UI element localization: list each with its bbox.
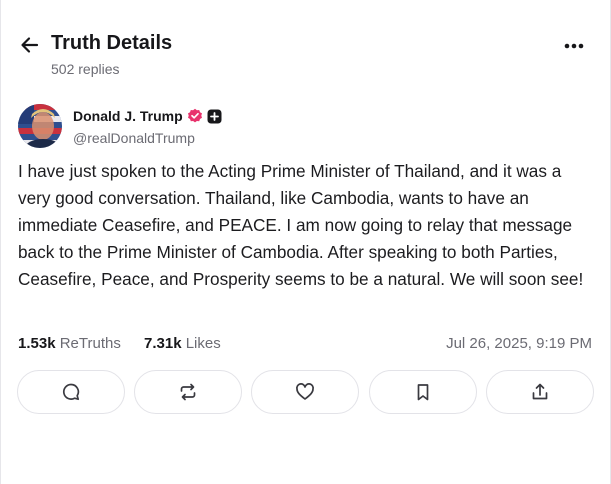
author-handle[interactable]: @realDonaldTrump [73, 130, 195, 146]
arrow-left-icon [21, 37, 39, 53]
more-horizontal-icon [564, 43, 584, 49]
heart-icon [296, 383, 314, 400]
bookmark-icon [417, 384, 429, 401]
retruths-label: ReTruths [59, 335, 121, 352]
page-title: Truth Details [51, 32, 173, 54]
post-stats: 1.53k ReTruths 7.31k Likes Jul 26, 2025,… [18, 335, 592, 355]
likes-label: Likes [185, 335, 221, 352]
post-author: Donald J. Trump @realDonaldTrump [18, 104, 418, 148]
likes-stat[interactable]: 7.31k Likes [144, 335, 221, 352]
retruths-count: 1.53k [18, 335, 56, 352]
plus-badge-icon [207, 109, 222, 123]
avatar[interactable] [18, 104, 62, 148]
reply-button[interactable] [17, 370, 125, 414]
verified-badge-icon [187, 108, 202, 123]
bookmark-button[interactable] [369, 370, 477, 414]
share-button[interactable] [486, 370, 594, 414]
page-header: Truth Details 502 replies [19, 30, 592, 80]
avatar-image [18, 104, 62, 148]
chat-bubble-icon [62, 383, 80, 401]
post-body: I have just spoken to the Acting Prime M… [18, 161, 584, 289]
like-button[interactable] [251, 370, 359, 414]
replies-count: 502 replies [51, 61, 120, 77]
truth-details-panel: Truth Details 502 replies Donald J. Trum… [0, 0, 611, 484]
retruths-stat[interactable]: 1.53k ReTruths [18, 335, 121, 352]
back-button[interactable] [19, 34, 41, 56]
post-actions [17, 370, 595, 414]
likes-count: 7.31k [144, 335, 182, 352]
display-name[interactable]: Donald J. Trump [73, 108, 183, 124]
share-icon [532, 383, 548, 400]
retruth-button[interactable] [134, 370, 242, 414]
author-name-row: Donald J. Trump [73, 108, 222, 124]
repost-icon [180, 383, 196, 401]
more-options-button[interactable] [562, 34, 586, 58]
post-timestamp: Jul 26, 2025, 9:19 PM [446, 335, 592, 352]
